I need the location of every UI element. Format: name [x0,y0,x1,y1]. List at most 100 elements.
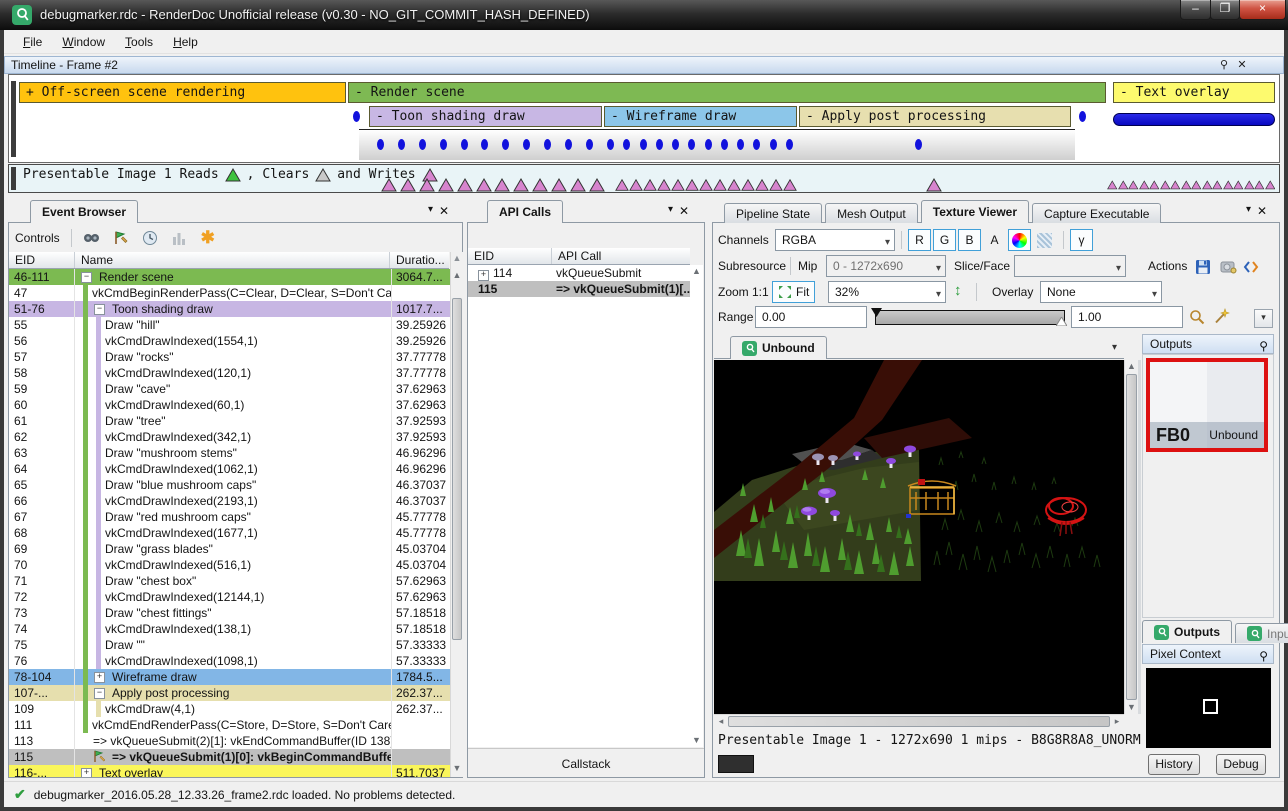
event-row-71[interactable]: 71Draw "chest box"57.62963 [9,573,450,589]
overlay-combo[interactable]: None▾ [1040,281,1162,303]
range-white-handle[interactable] [1056,317,1067,326]
tab-unbound-texture[interactable]: Unbound [730,336,827,359]
menu-help[interactable]: Help [164,32,207,52]
timeline-close-icon[interactable]: ✕ [1235,59,1249,73]
texture-display[interactable] [714,360,1124,714]
mip-combo[interactable]: 0 - 1272x690▾ [826,255,946,277]
callstack-label[interactable]: Callstack [562,757,611,771]
collapse-icon[interactable]: − [81,272,92,283]
col-duration[interactable]: Duratio... [390,252,449,268]
api-row-115[interactable]: 115=> vkQueueSubmit(1)[... [468,281,690,297]
event-dot[interactable] [565,139,572,150]
maximize-button[interactable]: ❐ [1210,0,1240,20]
api-row-114[interactable]: +114vkQueueSubmit [468,265,690,281]
scrollbar-thumb[interactable] [728,716,1110,727]
event-dot[interactable] [502,139,509,150]
api-calls-close-icon[interactable]: ✕ [679,204,689,218]
event-row-51-76[interactable]: 51-76−Toon shading draw1017.7... [9,301,450,317]
range-slider[interactable] [871,308,1067,326]
event-row-67[interactable]: 67Draw "red mushroom caps"45.77778 [9,509,450,525]
menu-tools[interactable]: Tools [116,32,162,52]
timeline-bar-render-scene[interactable]: - Render scene [348,82,1106,103]
event-row-57[interactable]: 57Draw "rocks"37.77778 [9,349,450,365]
time-events-icon[interactable] [141,229,159,247]
timeline-bar-off-screen-scene-rendering[interactable]: + Off-screen scene rendering [19,82,346,103]
open-external-icon[interactable] [1219,258,1237,276]
event-dot[interactable] [640,139,647,150]
expand-icon[interactable]: + [81,768,92,777]
event-row-59[interactable]: 59Draw "cave"37.62963 [9,381,450,397]
event-dot[interactable] [786,139,793,150]
collapse-icon[interactable]: − [94,304,105,315]
event-dot[interactable] [544,139,551,150]
event-row-68[interactable]: 68vkCmdDrawIndexed(1677,1)45.77778 [9,525,450,541]
event-row-76[interactable]: 76vkCmdDrawIndexed(1098,1)57.33333 [9,653,450,669]
range-max-input[interactable]: 1.00 [1071,306,1183,328]
event-row-69[interactable]: 69Draw "grass blades"45.03704 [9,541,450,557]
event-row-62[interactable]: 62vkCmdDrawIndexed(342,1)37.92593 [9,429,450,445]
expand-icon[interactable]: + [94,672,105,683]
fit-button[interactable]: Fit [772,281,815,303]
event-row-63[interactable]: 63Draw "mushroom stems"46.96296 [9,445,450,461]
event-row-109[interactable]: 109vkCmdDraw(4,1)262.37... [9,701,450,717]
tab-pipeline-state[interactable]: Pipeline State [724,203,822,223]
pixel-context-pin-icon[interactable]: ⚲ [1259,647,1268,665]
event-dot[interactable] [440,139,447,150]
range-min-input[interactable]: 0.00 [755,306,867,328]
event-row-65[interactable]: 65Draw "blue mushroom caps"46.37037 [9,477,450,493]
scrollbar-thumb[interactable] [452,298,462,640]
event-row-72[interactable]: 72vkCmdDrawIndexed(12144,1)57.62963 [9,589,450,605]
event-row-115[interactable]: 115=> vkQueueSubmit(1)[0]: vkBeginComman… [9,749,450,765]
debug-button[interactable]: Debug [1216,754,1266,775]
menu-file[interactable]: File [14,32,51,52]
expand-icon[interactable]: + [478,270,489,281]
col-eid[interactable]: EID [468,248,552,264]
preview-tab-menu-icon[interactable]: ▾ [1112,342,1117,353]
texture-hscrollbar[interactable]: ◂ ▸ [714,714,1124,728]
channel-alpha-button[interactable]: A [983,229,1006,251]
event-dot[interactable] [705,139,712,150]
timeline-marker-dot[interactable] [353,111,360,122]
event-row-111[interactable]: 111vkCmdEndRenderPass(C=Store, D=Store, … [9,717,450,733]
timeline-pin-icon[interactable]: ⚲ [1217,59,1231,73]
col-eid[interactable]: EID [9,252,75,268]
event-row-56[interactable]: 56vkCmdDrawIndexed(1554,1)39.25926 [9,333,450,349]
texture-vscrollbar[interactable]: ▲ ▼ [1124,360,1138,714]
scrollbar-thumb[interactable] [1126,374,1137,700]
bookmark-star-icon[interactable]: ✱ [199,229,217,247]
timeline-bar-toon-shading-draw[interactable]: - Toon shading draw [369,106,602,127]
event-dot[interactable] [770,139,777,150]
event-row-74[interactable]: 74vkCmdDrawIndexed(138,1)57.18518 [9,621,450,637]
event-dot[interactable] [377,139,384,150]
autofit-wand-icon[interactable] [1212,307,1230,325]
event-dot[interactable] [688,139,695,150]
event-row-46-111[interactable]: 46-111−Render scene3064.7... [9,269,450,285]
event-browser-close-icon[interactable]: ✕ [439,204,449,218]
find-event-icon[interactable] [83,229,101,247]
code-icon[interactable] [1242,258,1260,276]
event-row-113[interactable]: 113=> vkQueueSubmit(2)[1]: vkEndCommandB… [9,733,450,749]
event-dot[interactable] [737,139,744,150]
checkerboard-button[interactable] [1033,229,1056,251]
flip-y-button[interactable]: ↕ [954,280,962,302]
channels-combo[interactable]: RGBA▾ [775,229,895,251]
event-dot[interactable] [419,139,426,150]
right-menu-icon[interactable]: ▾ [1246,204,1251,218]
event-dot[interactable] [398,139,405,150]
bookmark-flag-icon[interactable] [112,229,130,247]
event-row-75[interactable]: 75Draw ""57.33333 [9,637,450,653]
splitter[interactable] [1138,360,1141,714]
event-dot[interactable] [656,139,663,150]
col-api-call[interactable]: API Call [552,248,690,264]
pixel-context-view[interactable] [1146,668,1271,748]
event-dot[interactable] [721,139,728,150]
api-calls-menu-icon[interactable]: ▾ [668,204,673,218]
minimize-button[interactable]: – [1180,0,1211,20]
event-row-78-104[interactable]: 78-104+Wireframe draw1784.5... [9,669,450,685]
close-button[interactable]: × [1239,0,1286,20]
event-row-66[interactable]: 66vkCmdDrawIndexed(2193,1)46.37037 [9,493,450,509]
range-slider-bar[interactable] [875,310,1065,325]
event-dot[interactable] [915,139,922,150]
tab-mesh-output[interactable]: Mesh Output [825,203,918,223]
event-dot[interactable] [461,139,468,150]
